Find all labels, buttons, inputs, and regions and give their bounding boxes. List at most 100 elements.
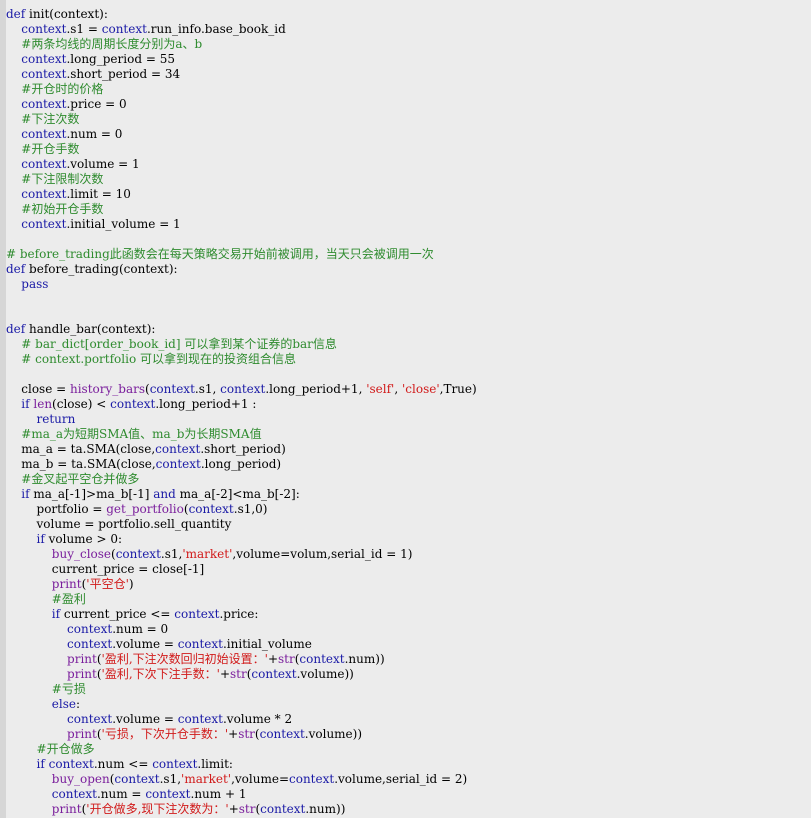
- code-line[interactable]: if ma_a[-1]>ma_b[-1] and ma_a[-2]<ma_b[-…: [6, 487, 811, 502]
- code-line[interactable]: buy_open(context.s1,'market',volume=cont…: [6, 772, 811, 787]
- code-line[interactable]: context.num = 0: [6, 127, 811, 142]
- code-line[interactable]: context.volume = context.volume * 2: [6, 712, 811, 727]
- context-token: context: [177, 637, 223, 651]
- code-line[interactable]: print('盈利,下注次数回归初始设置：'+str(context.num)): [6, 652, 811, 667]
- code-line[interactable]: if current_price <= context.price:: [6, 607, 811, 622]
- code-token: .s1 =: [66, 22, 102, 36]
- code-token: ): [128, 577, 134, 591]
- code-line[interactable]: # bar_dict[order_book_id] 可以拿到某个证券的bar信息: [6, 337, 811, 352]
- code-line[interactable]: ma_a = ta.SMA(close,context.short_period…: [6, 442, 811, 457]
- context-token: context: [260, 802, 306, 816]
- code-line[interactable]: #开仓时的价格: [6, 82, 811, 97]
- code-line[interactable]: pass: [6, 277, 811, 292]
- code-line[interactable]: #金叉起平空仓并做多: [6, 472, 811, 487]
- code-line[interactable]: context.short_period = 34: [6, 67, 811, 82]
- builtin-token: str: [238, 802, 256, 816]
- code-token: +: [228, 727, 239, 741]
- code-line[interactable]: # before_trading此函数会在每天策略交易开始前被调用，当天只会被调…: [6, 247, 811, 262]
- code-token: .num)): [305, 802, 346, 816]
- code-line[interactable]: context.num = 0: [6, 622, 811, 637]
- code-line[interactable]: [6, 367, 811, 382]
- code-line[interactable]: #两条均线的周期长度分别为a、b: [6, 37, 811, 52]
- code-line[interactable]: context.volume = context.initial_volume: [6, 637, 811, 652]
- code-line[interactable]: context.initial_volume = 1: [6, 217, 811, 232]
- builtin-token: print: [67, 652, 97, 666]
- code-line[interactable]: print('开仓做多,现下注次数为：'+str(context.num)): [6, 802, 811, 817]
- code-token: .price = 0: [66, 97, 127, 111]
- code-line[interactable]: else:: [6, 697, 811, 712]
- code-line[interactable]: context.price = 0: [6, 97, 811, 112]
- context-token: context: [101, 22, 147, 36]
- context-token: context: [110, 397, 156, 411]
- code-line[interactable]: def handle_bar(context):: [6, 322, 811, 337]
- code-line[interactable]: volume = portfolio.sell_quantity: [6, 517, 811, 532]
- context-token: context: [21, 157, 67, 171]
- context-token: context: [251, 667, 297, 681]
- code-line[interactable]: current_price = close[-1]: [6, 562, 811, 577]
- context-token: context: [51, 787, 97, 801]
- code-token: ,volume=: [231, 772, 289, 786]
- code-token: .long_period = 55: [66, 52, 175, 66]
- context-token: context: [115, 547, 161, 561]
- code-line[interactable]: def before_trading(context):: [6, 262, 811, 277]
- code-line[interactable]: print('亏损，下次开仓手数：'+str(context.volume)): [6, 727, 811, 742]
- builtin-token: print: [67, 667, 97, 681]
- code-token: init(context):: [25, 7, 108, 21]
- code-line[interactable]: [6, 292, 811, 307]
- code-line[interactable]: if volume > 0:: [6, 532, 811, 547]
- code-line[interactable]: #下注限制次数: [6, 172, 811, 187]
- code-line[interactable]: if context.num <= context.limit:: [6, 757, 811, 772]
- context-token: context: [145, 787, 191, 801]
- code-token: ma_a[-1]>ma_b[-1]: [29, 487, 154, 501]
- code-line[interactable]: context.num = context.num + 1: [6, 787, 811, 802]
- context-token: context: [152, 757, 198, 771]
- code-line[interactable]: ma_b = ta.SMA(close,context.long_period): [6, 457, 811, 472]
- code-line[interactable]: #开仓手数: [6, 142, 811, 157]
- code-line[interactable]: [6, 307, 811, 322]
- code-line[interactable]: context.volume = 1: [6, 157, 811, 172]
- code-line[interactable]: portfolio = get_portfolio(context.s1,0): [6, 502, 811, 517]
- code-line[interactable]: close = history_bars(context.s1, context…: [6, 382, 811, 397]
- code-content[interactable]: def init(context): context.s1 = context.…: [6, 7, 811, 817]
- code-token: +: [267, 652, 279, 666]
- code-token: ,volume=volum,serial_id = 1): [232, 547, 413, 561]
- code-line[interactable]: #盈利: [6, 592, 811, 607]
- comment-token: #开仓时的价格: [21, 82, 104, 96]
- code-line[interactable]: buy_close(context.s1,'market',volume=vol…: [6, 547, 811, 562]
- code-line[interactable]: if len(close) < context.long_period+1 :: [6, 397, 811, 412]
- code-line[interactable]: # context.portfolio 可以拿到现在的投资组合信息: [6, 352, 811, 367]
- context-token: context: [149, 382, 195, 396]
- code-line[interactable]: context.long_period = 55: [6, 52, 811, 67]
- editor-top-edge: [0, 0, 811, 6]
- comment-token: #下注限制次数: [21, 172, 104, 186]
- code-line[interactable]: print('盈利,下次下注手数：'+str(context.volume)): [6, 667, 811, 682]
- code-line[interactable]: return: [6, 412, 811, 427]
- comment-token: #初始开仓手数: [21, 202, 104, 216]
- code-token: .volume)): [296, 667, 354, 681]
- code-line[interactable]: context.s1 = context.run_info.base_book_…: [6, 22, 811, 37]
- string-token: '开仓做多,现下注次数为：': [86, 802, 229, 816]
- code-line[interactable]: #开仓做多: [6, 742, 811, 757]
- code-token: .volume =: [112, 712, 178, 726]
- code-line[interactable]: context.limit = 10: [6, 187, 811, 202]
- code-line[interactable]: def init(context):: [6, 7, 811, 22]
- code-line[interactable]: #ma_a为短期SMA值、ma_b为长期SMA值: [6, 427, 811, 442]
- comment-token: # bar_dict[order_book_id] 可以拿到某个证券的bar信息: [21, 337, 337, 351]
- code-line[interactable]: print('平空仓'): [6, 577, 811, 592]
- code-line[interactable]: #亏损: [6, 682, 811, 697]
- comment-token: #金叉起平空仓并做多: [21, 472, 140, 486]
- code-editor[interactable]: def init(context): context.s1 = context.…: [0, 0, 811, 818]
- code-line[interactable]: [6, 232, 811, 247]
- code-line[interactable]: #初始开仓手数: [6, 202, 811, 217]
- code-line[interactable]: #下注次数: [6, 112, 811, 127]
